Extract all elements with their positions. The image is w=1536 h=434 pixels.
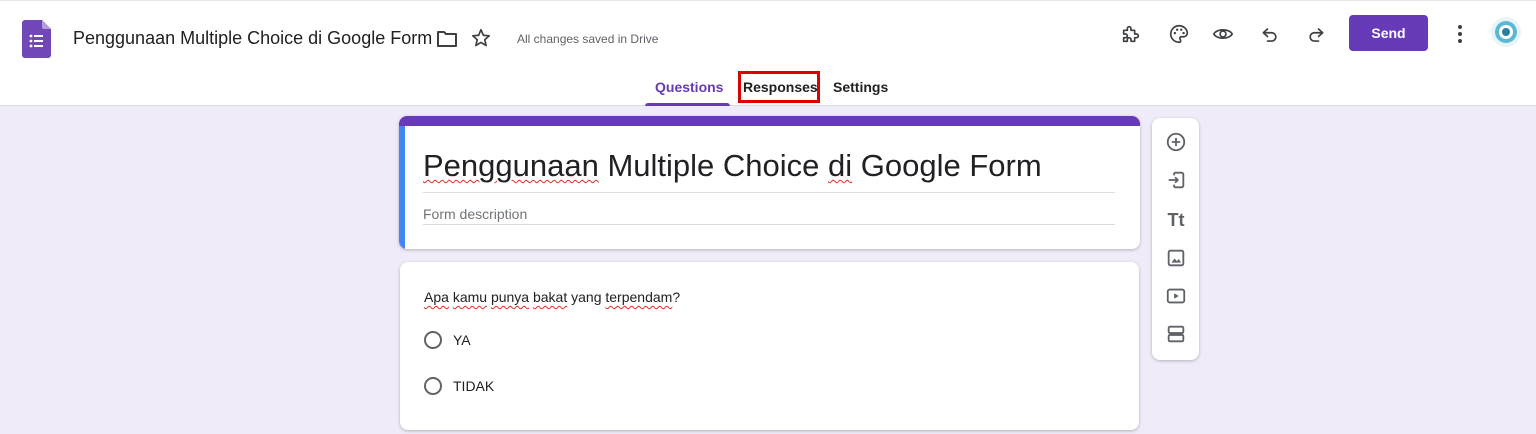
undo-icon[interactable] [1257, 21, 1283, 47]
add-title-text-icon[interactable]: Tt [1164, 208, 1188, 232]
question-card[interactable]: Apa kamu punya bakat yang terpendam? YA … [400, 262, 1139, 430]
forms-app-icon[interactable] [22, 20, 51, 58]
option-label: YA [453, 332, 471, 348]
folder-icon[interactable] [436, 29, 458, 49]
form-title-rest: Multiple Choice di Google Form [598, 148, 1042, 183]
save-status: All changes saved in Drive [517, 32, 659, 46]
star-icon[interactable] [470, 27, 492, 49]
option-tidak[interactable]: TIDAK [424, 377, 494, 395]
spellcheck-word: bakat [532, 289, 568, 305]
form-tabs: Questions Responses Settings [0, 71, 1536, 107]
send-button[interactable]: Send [1349, 15, 1428, 51]
spellcheck-word: punya [490, 289, 530, 305]
side-toolbar: Tt [1152, 118, 1199, 360]
option-ya[interactable]: YA [424, 331, 471, 349]
radio-button[interactable] [424, 331, 442, 349]
add-question-icon[interactable] [1164, 130, 1188, 154]
add-video-icon[interactable] [1164, 284, 1188, 308]
radio-button[interactable] [424, 377, 442, 395]
form-title-card[interactable]: Penggunaan Multiple Choice di Google For… [399, 116, 1140, 249]
addon-icon[interactable] [1118, 21, 1144, 47]
title-card-focus-band [399, 126, 405, 249]
tab-questions[interactable]: Questions [655, 79, 723, 95]
redo-icon[interactable] [1303, 21, 1329, 47]
form-title-input[interactable]: Penggunaan Multiple Choice di Google For… [423, 148, 1042, 184]
more-vert-icon[interactable] [1450, 21, 1470, 47]
palette-icon[interactable] [1166, 21, 1192, 47]
spellcheck-word: terpendam [605, 289, 673, 305]
spellcheck-word: kamu [452, 289, 488, 305]
active-tab-indicator [645, 103, 730, 106]
title-card-top-band [399, 116, 1140, 126]
spellcheck-word: Apa [424, 289, 449, 305]
tab-responses[interactable]: Responses [743, 79, 818, 95]
question-title[interactable]: Apa kamu punya bakat yang terpendam? [424, 289, 680, 305]
option-label: TIDAK [453, 378, 495, 394]
title-underline [423, 192, 1115, 193]
spellcheck-word: di [828, 148, 853, 183]
form-description-input[interactable]: Form description [423, 206, 527, 222]
title-text-icon-label: Tt [1167, 210, 1185, 230]
description-underline [423, 224, 1115, 225]
top-header: Penggunaan Multiple Choice di Google For… [0, 0, 1536, 106]
import-questions-icon[interactable] [1164, 168, 1188, 192]
add-image-icon[interactable] [1164, 246, 1188, 270]
document-title[interactable]: Penggunaan Multiple Choice di Google For… [73, 28, 432, 49]
avatar[interactable] [1491, 17, 1521, 47]
form-title-first-word: Penggunaan [423, 148, 599, 183]
add-section-icon[interactable] [1164, 322, 1188, 346]
tab-settings[interactable]: Settings [833, 79, 888, 95]
preview-eye-icon[interactable] [1210, 21, 1236, 47]
